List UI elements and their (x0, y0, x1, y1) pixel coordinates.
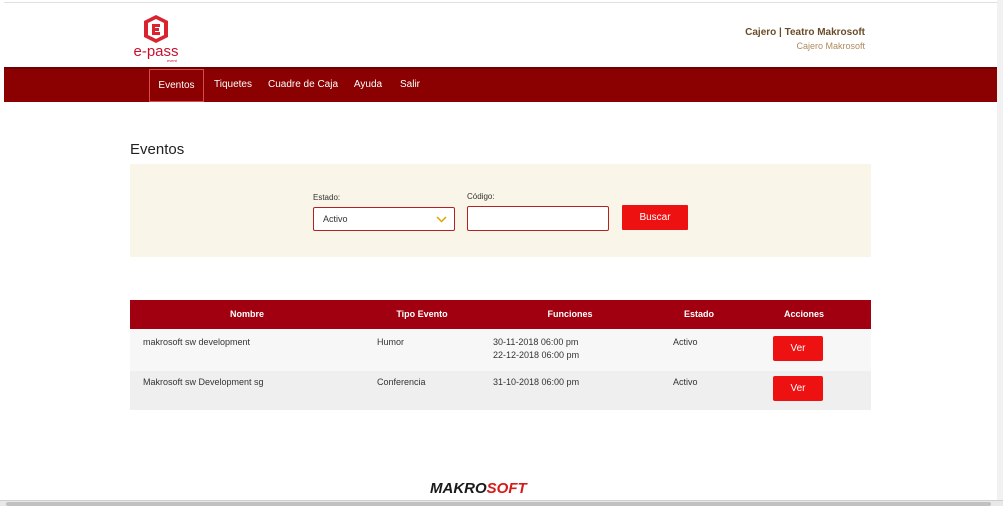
column-header-funciones: Funciones (547, 309, 593, 319)
user-name: Cajero | Teatro Makrosoft (745, 27, 865, 38)
nav-item-salir[interactable]: Salir (395, 69, 425, 102)
funcion-date: 31-10-2018 06:00 pm (493, 377, 580, 387)
nav-item-tiquetes[interactable]: Tiquetes (208, 69, 258, 102)
table-header: Nombre Tipo Evento Funciones Estado Acci… (130, 300, 871, 329)
cell-estado: Activo (673, 337, 698, 347)
nav-item-eventos[interactable]: Eventos (149, 69, 204, 102)
brand-part-2: SOFT (486, 480, 527, 497)
column-header-acciones: Acciones (783, 309, 825, 319)
estado-select[interactable]: Activo (313, 207, 455, 231)
funcion-date: 22-12-2018 06:00 pm (493, 350, 580, 360)
column-header-nombre: Nombre (229, 309, 264, 319)
horizontal-scrollbar-thumb[interactable] (6, 502, 991, 506)
codigo-label: Código: (467, 192, 495, 201)
horizontal-scrollbar[interactable] (0, 500, 1003, 506)
table-row: Makrosoft sw Development sg Conferencia … (130, 371, 871, 410)
column-header-estado: Estado (683, 309, 714, 319)
codigo-input[interactable] (467, 206, 609, 231)
funcion-date: 30-11-2018 06:00 pm (493, 337, 579, 347)
nav-item-cuadre-de-caja[interactable]: Cuadre de Caja (266, 69, 340, 102)
page-title: Eventos (130, 141, 185, 158)
brand-part-1: MAKRO (430, 480, 487, 497)
makrosoft-logo: MAKROSOFT (430, 480, 527, 497)
page: e-pass event Cajero | Teatro Makrosoft C… (0, 0, 1003, 506)
nav-item-ayuda[interactable]: Ayuda (349, 69, 387, 102)
cell-tipo: Humor (377, 337, 405, 347)
buscar-button[interactable]: Buscar (622, 205, 688, 230)
estado-select-value: Activo (323, 214, 348, 224)
logo-e: e (133, 43, 142, 60)
logo-sub: event (167, 58, 177, 63)
estado-label: Estado: (313, 193, 341, 202)
chevron-down-icon (436, 216, 447, 223)
cell-funciones: 30-11-2018 06:00 pm 22-12-2018 06:00 pm (493, 336, 579, 362)
user-block: Cajero | Teatro Makrosoft Cajero Makroso… (745, 27, 865, 51)
cell-funciones: 31-10-2018 06:00 pm (493, 376, 579, 389)
cell-nombre: Makrosoft sw Development sg (143, 377, 264, 387)
header: e-pass event Cajero | Teatro Makrosoft C… (4, 2, 997, 67)
cell-estado: Activo (673, 377, 698, 387)
column-header-tipo-evento: Tipo Evento (396, 309, 448, 319)
ver-button[interactable]: Ver (773, 336, 823, 361)
main-navbar: Eventos Tiquetes Cuadre de Caja Ayuda Sa… (4, 67, 997, 102)
cell-tipo: Conferencia (377, 377, 426, 387)
table-row: makrosoft sw development Humor 30-11-201… (130, 329, 871, 371)
vertical-scrollbar[interactable] (997, 0, 1003, 500)
user-role: Cajero Makrosoft (796, 41, 865, 51)
ver-button[interactable]: Ver (773, 376, 823, 401)
cell-nombre: makrosoft sw development (143, 337, 251, 347)
